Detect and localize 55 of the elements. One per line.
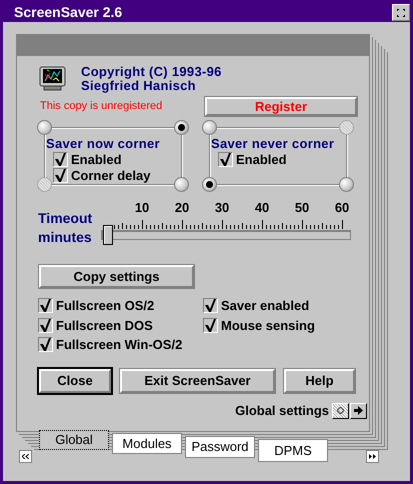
checkbox[interactable]: Fullscreen DOS bbox=[38, 318, 203, 334]
diamond-icon bbox=[337, 407, 344, 414]
checkbox[interactable]: Fullscreen Win-OS/2 bbox=[38, 337, 203, 353]
corner-radio[interactable] bbox=[174, 177, 189, 192]
timeout-label: Timeout minutes bbox=[38, 209, 94, 247]
checkbox[interactable]: Saver enabled bbox=[203, 298, 315, 314]
check-icon bbox=[204, 318, 217, 332]
tick-label: 60 bbox=[334, 200, 350, 216]
tick-label: 30 bbox=[214, 200, 230, 216]
double-left-icon bbox=[22, 454, 29, 459]
copyright-text: Copyright (C) 1993-96 bbox=[81, 65, 222, 79]
tab[interactable]: DPMS bbox=[258, 439, 328, 462]
group-title: Saver never corner bbox=[211, 136, 334, 152]
tick-label: 20 bbox=[174, 200, 190, 216]
checkbox[interactable]: Fullscreen OS/2 bbox=[38, 298, 203, 314]
checkbox[interactable]: Enabled bbox=[218, 152, 334, 168]
scroll-left-button[interactable] bbox=[19, 450, 32, 463]
dialog-button[interactable]: Help bbox=[284, 368, 355, 393]
check-icon bbox=[39, 318, 52, 332]
check-icon bbox=[219, 152, 232, 166]
monitor-icon bbox=[39, 66, 66, 92]
dialog-button[interactable]: Exit ScreenSaver bbox=[120, 368, 275, 393]
corner-radio[interactable] bbox=[202, 177, 217, 192]
check-icon bbox=[39, 299, 52, 312]
check-icon bbox=[54, 152, 67, 166]
corner-radio[interactable] bbox=[339, 177, 354, 192]
checkbox[interactable]: Corner delay bbox=[53, 168, 160, 184]
tab[interactable]: Global bbox=[39, 430, 109, 450]
maximize-button[interactable] bbox=[392, 4, 410, 21]
tab[interactable]: Modules bbox=[112, 433, 182, 454]
maximize-icon bbox=[397, 8, 405, 16]
tick-label: 40 bbox=[254, 200, 270, 216]
group-title: Saver now corner bbox=[46, 136, 160, 152]
unregistered-notice: This copy is unregistered bbox=[40, 100, 162, 114]
tick-label: 10 bbox=[134, 200, 150, 216]
arrow-right-icon bbox=[354, 406, 363, 416]
corner-radio[interactable] bbox=[37, 120, 52, 135]
next-page-button[interactable] bbox=[350, 402, 367, 419]
tab[interactable]: Password bbox=[185, 436, 255, 458]
corner-radio[interactable] bbox=[202, 120, 217, 135]
check-icon bbox=[204, 299, 217, 312]
corner-radio[interactable] bbox=[174, 120, 189, 135]
dialog-button[interactable]: Close bbox=[39, 368, 111, 393]
slider-thumb[interactable] bbox=[103, 225, 114, 245]
page-title: Global settings bbox=[235, 402, 329, 419]
check-icon bbox=[54, 169, 67, 182]
copy-settings-button[interactable]: Copy settings bbox=[39, 265, 194, 288]
window-title: ScreenSaver 2.6 bbox=[14, 4, 122, 21]
checkbox[interactable]: Mouse sensing bbox=[203, 318, 315, 334]
checkbox[interactable]: Enabled bbox=[53, 152, 160, 168]
scroll-right-button[interactable] bbox=[366, 450, 379, 463]
tick-label: 50 bbox=[294, 200, 310, 216]
check-icon bbox=[39, 338, 52, 352]
double-right-icon bbox=[369, 454, 376, 459]
author-text: Siegfried Hanisch bbox=[81, 79, 197, 93]
